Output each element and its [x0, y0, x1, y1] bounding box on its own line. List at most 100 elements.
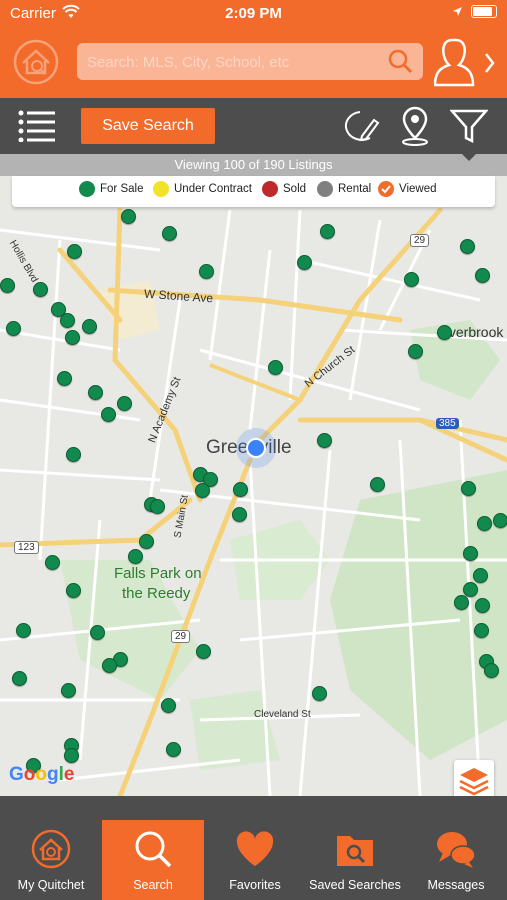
listing-pin[interactable]	[463, 582, 478, 597]
listing-pin[interactable]	[61, 683, 76, 698]
tab-search[interactable]: Search	[102, 820, 204, 900]
listing-pin[interactable]	[161, 698, 176, 713]
map-pin-icon[interactable]	[398, 106, 432, 146]
listing-pin[interactable]	[57, 371, 72, 386]
legend-rental: Rental	[317, 181, 371, 197]
listing-pin[interactable]	[66, 447, 81, 462]
listing-pin[interactable]	[408, 344, 423, 359]
layers-icon	[459, 768, 489, 796]
listing-pin[interactable]	[65, 330, 80, 345]
legend-viewed: Viewed	[378, 181, 437, 197]
battery-icon	[471, 5, 497, 18]
viewing-count-bar: Viewing 100 of 190 Listings	[0, 154, 507, 176]
save-search-button[interactable]: Save Search	[81, 108, 215, 144]
listing-pin[interactable]	[474, 623, 489, 638]
listing-pin[interactable]	[370, 477, 385, 492]
listing-pin[interactable]	[102, 658, 117, 673]
listing-pin[interactable]	[437, 325, 452, 340]
list-view-icon[interactable]	[18, 110, 56, 142]
chat-bubbles-icon	[437, 832, 476, 868]
legend-sold: Sold	[262, 181, 306, 197]
listing-pin[interactable]	[166, 742, 181, 757]
listing-pin[interactable]	[233, 482, 248, 497]
listing-pin[interactable]	[33, 282, 48, 297]
tab-messages[interactable]: Messages	[405, 820, 507, 900]
map-streets	[0, 207, 507, 796]
tab-saved-searches[interactable]: Saved Searches	[304, 820, 406, 900]
legend-for-sale: For Sale	[79, 181, 143, 197]
route-29-shield: 29	[410, 234, 430, 247]
under-contract-dot-icon	[153, 181, 169, 197]
listing-pin[interactable]	[199, 264, 214, 279]
listing-pin[interactable]	[312, 686, 327, 701]
saved-searches-folder-icon	[337, 836, 373, 866]
listing-pin[interactable]	[320, 224, 335, 239]
listing-pin[interactable]	[317, 433, 332, 448]
listing-pin[interactable]	[297, 255, 312, 270]
listing-pin[interactable]	[196, 644, 211, 659]
listing-pin[interactable]	[101, 407, 116, 422]
listing-pin[interactable]	[66, 583, 81, 598]
listing-pin[interactable]	[88, 385, 103, 400]
label-falls-park-2: the Reedy	[122, 585, 191, 602]
status-bar: Carrier 2:09 PM	[0, 0, 507, 28]
listing-pin[interactable]	[60, 313, 75, 328]
listing-pin[interactable]	[195, 483, 210, 498]
listing-pin[interactable]	[45, 555, 60, 570]
listing-pin[interactable]	[150, 499, 165, 514]
search-bar	[77, 43, 423, 82]
listing-pin[interactable]	[12, 671, 27, 686]
listing-pin[interactable]	[0, 278, 15, 293]
listing-pin[interactable]	[117, 396, 132, 411]
label-falls-park-1: Falls Park on	[114, 565, 202, 582]
map-layers-button[interactable]	[454, 760, 494, 800]
listing-pin[interactable]	[475, 268, 490, 283]
listing-pin[interactable]	[16, 623, 31, 638]
listing-pin[interactable]	[139, 534, 154, 549]
profile-icon[interactable]	[434, 36, 502, 90]
listing-pin[interactable]	[475, 598, 490, 613]
tab-bar: My Quitchet Search Favorites Saved Searc…	[0, 796, 507, 900]
listing-pin[interactable]	[6, 321, 21, 336]
listing-pin[interactable]	[484, 663, 499, 678]
header	[0, 28, 507, 98]
quitchet-logo-icon[interactable]	[12, 38, 60, 86]
search-input[interactable]	[85, 43, 379, 82]
clock: 2:09 PM	[225, 5, 282, 22]
current-location-dot	[246, 438, 266, 458]
search-icon[interactable]	[387, 48, 413, 74]
map-legend: For Sale Under Contract Sold Rental View…	[12, 176, 495, 207]
listing-pin[interactable]	[67, 244, 82, 259]
route-29-shield-south: 29	[171, 630, 191, 643]
heart-icon	[236, 831, 274, 866]
listing-pin[interactable]	[82, 319, 97, 334]
tab-favorites[interactable]: Favorites	[204, 820, 306, 900]
draw-area-icon[interactable]	[340, 106, 380, 146]
search-tab-icon	[135, 831, 172, 868]
listing-pin[interactable]	[268, 360, 283, 375]
listing-pin[interactable]	[232, 507, 247, 522]
map-view[interactable]: 29 29 123 385 W Stone Ave N Church St N …	[0, 176, 507, 796]
rental-dot-icon	[317, 181, 333, 197]
listing-pin[interactable]	[64, 748, 79, 763]
listing-pin[interactable]	[404, 272, 419, 287]
listing-pin[interactable]	[90, 625, 105, 640]
legend-under-contract: Under Contract	[153, 181, 252, 197]
sold-dot-icon	[262, 181, 278, 197]
listing-pin[interactable]	[473, 568, 488, 583]
listing-pin[interactable]	[121, 209, 136, 224]
listing-pin[interactable]	[454, 595, 469, 610]
listing-pin[interactable]	[461, 481, 476, 496]
listing-pin[interactable]	[460, 239, 475, 254]
for-sale-dot-icon	[79, 181, 95, 197]
toolbar: Save Search	[0, 98, 507, 154]
listing-pin[interactable]	[463, 546, 478, 561]
listing-pin[interactable]	[477, 516, 492, 531]
listing-pin[interactable]	[162, 226, 177, 241]
location-arrow-icon	[453, 7, 462, 16]
tab-my-quitchet[interactable]: My Quitchet	[0, 820, 102, 900]
viewed-check-icon	[378, 181, 394, 197]
listing-pin[interactable]	[493, 513, 507, 528]
filter-icon[interactable]	[450, 108, 488, 144]
listing-pin[interactable]	[128, 549, 143, 564]
